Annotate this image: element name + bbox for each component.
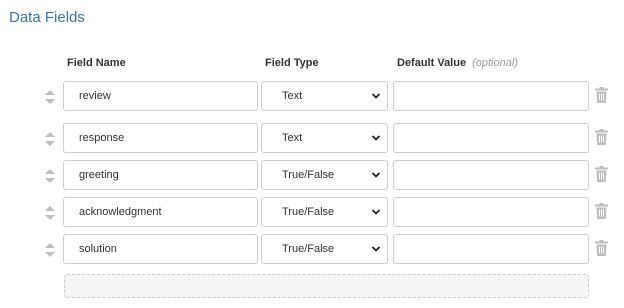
trash-icon[interactable] <box>595 203 608 219</box>
drag-handle-icon[interactable] <box>45 243 55 257</box>
field-name-input[interactable]: solution <box>63 234 258 264</box>
field-type-value: True/False <box>282 243 335 255</box>
header-field-type: Field Type <box>265 57 319 69</box>
default-value-input[interactable] <box>393 234 589 264</box>
field-name-input[interactable]: greeting <box>63 160 258 190</box>
field-name-input[interactable]: review <box>63 81 258 111</box>
chevron-down-icon <box>371 209 381 215</box>
drag-handle-icon[interactable] <box>45 206 55 220</box>
field-type-select[interactable]: True/False <box>261 160 388 190</box>
field-type-select[interactable]: True/False <box>261 197 388 227</box>
section-title: Data Fields <box>9 9 85 26</box>
field-type-select[interactable]: True/False <box>261 234 388 264</box>
chevron-down-icon <box>371 246 381 252</box>
drag-handle-icon[interactable] <box>45 132 55 146</box>
field-name-input[interactable]: acknowledgment <box>63 197 258 227</box>
field-row: response Text <box>0 123 624 155</box>
field-type-value: True/False <box>282 169 335 181</box>
drag-handle-icon[interactable] <box>45 169 55 183</box>
trash-icon[interactable] <box>595 240 608 256</box>
chevron-down-icon <box>371 172 381 178</box>
add-field-dropzone[interactable] <box>64 274 589 298</box>
field-type-select[interactable]: Text <box>261 81 388 111</box>
header-default-value-label: Default Value <box>397 57 467 69</box>
field-row: solution True/False <box>0 234 624 266</box>
trash-icon[interactable] <box>595 129 608 145</box>
header-optional-label: (optional) <box>472 57 518 69</box>
field-type-value: Text <box>282 90 303 102</box>
field-row: greeting True/False <box>0 160 624 192</box>
field-row: acknowledgment True/False <box>0 197 624 229</box>
chevron-down-icon <box>371 93 381 99</box>
default-value-input[interactable] <box>393 160 589 190</box>
field-row: review Text <box>0 81 624 113</box>
default-value-input[interactable] <box>393 123 589 153</box>
header-field-name: Field Name <box>67 57 126 69</box>
field-type-value: True/False <box>282 206 335 218</box>
default-value-input[interactable] <box>393 197 589 227</box>
field-type-select[interactable]: Text <box>261 123 388 153</box>
field-name-input[interactable]: response <box>63 123 258 153</box>
default-value-input[interactable] <box>393 81 589 111</box>
header-default-value: Default Value (optional) <box>397 57 518 69</box>
chevron-down-icon <box>371 135 381 141</box>
drag-handle-icon[interactable] <box>45 90 55 104</box>
trash-icon[interactable] <box>595 87 608 103</box>
trash-icon[interactable] <box>595 166 608 182</box>
field-type-value: Text <box>282 132 303 144</box>
